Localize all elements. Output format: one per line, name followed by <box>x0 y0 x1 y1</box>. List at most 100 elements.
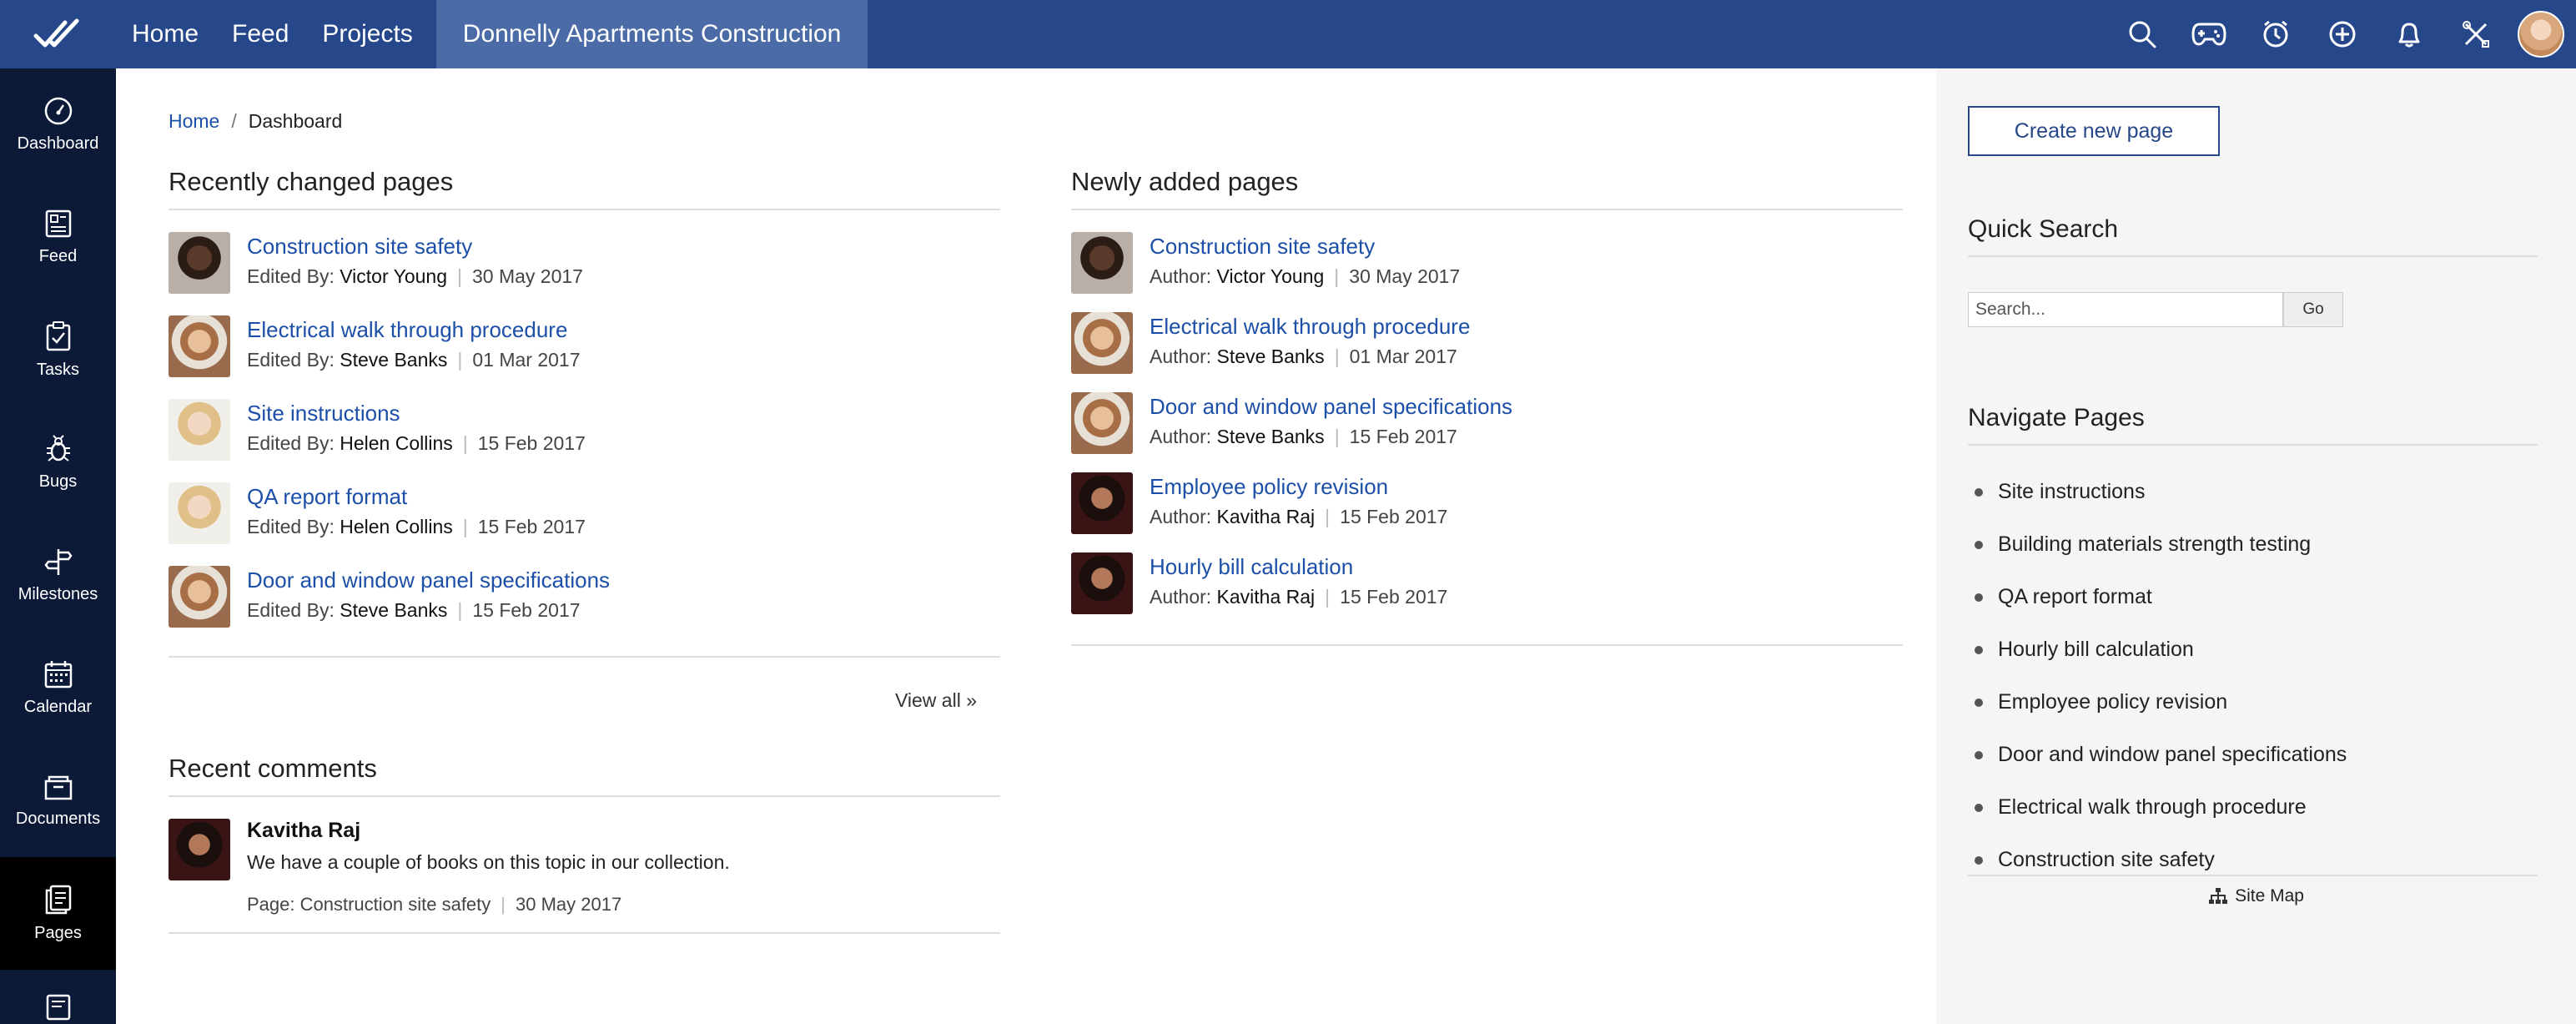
sidebar-item-documents[interactable]: Documents <box>0 744 116 857</box>
comment-page-link[interactable]: Construction site safety <box>300 894 491 915</box>
list-item: Construction site safety Edited By: Vict… <box>169 232 1000 294</box>
nav-page-label: Building materials strength testing <box>1998 532 2312 556</box>
nav-page-label: Electrical walk through procedure <box>1998 795 2307 819</box>
meta-label: Edited By: <box>247 432 335 454</box>
go-button[interactable]: Go <box>2283 292 2343 327</box>
bug-icon <box>46 435 70 462</box>
page-link[interactable]: Door and window panel specifications <box>1150 392 1512 421</box>
page-link[interactable]: QA report format <box>247 482 586 511</box>
meta-label: Author: <box>1150 346 1212 367</box>
nav-page-label: Door and window panel specifications <box>1998 743 2347 766</box>
page-link[interactable]: Electrical walk through procedure <box>1150 312 1470 340</box>
nav-home[interactable]: Home <box>115 0 215 68</box>
sidebar-item-feed[interactable]: Feed <box>0 181 116 294</box>
search-icon[interactable] <box>2109 0 2176 68</box>
comment-text: We have a couple of books on this topic … <box>247 851 730 873</box>
sidebar-item-calendar[interactable]: Calendar <box>0 632 116 744</box>
nav-projects[interactable]: Projects <box>305 0 429 68</box>
nav-page-label: Site instructions <box>1998 480 2146 503</box>
sidebar-item-more[interactable] <box>0 970 116 1024</box>
sidebar-item-dashboard[interactable]: Dashboard <box>0 68 116 181</box>
meta-label: Author: <box>1150 506 1212 527</box>
bullet-icon <box>1975 487 1983 497</box>
nav-page-item[interactable]: Door and window panel specifications <box>1968 729 2538 781</box>
divider <box>169 932 1000 934</box>
nav-feed[interactable]: Feed <box>215 0 305 68</box>
page-link[interactable]: Door and window panel specifications <box>247 566 610 594</box>
nav-page-item[interactable]: Employee policy revision <box>1968 676 2538 729</box>
sidebar-item-label: Dashboard <box>17 134 99 153</box>
create-new-page-button[interactable]: Create new page <box>1968 106 2220 156</box>
clock-icon[interactable] <box>2242 0 2309 68</box>
tools-icon[interactable] <box>2443 0 2509 68</box>
bullet-icon <box>1975 750 1983 759</box>
nav-page-label: Hourly bill calculation <box>1998 638 2194 661</box>
nav-page-label: QA report format <box>1998 585 2152 608</box>
recently-changed-section: Recently changed pages Construction site… <box>169 167 1000 934</box>
nav-page-item[interactable]: Construction site safety <box>1968 834 2538 886</box>
bullet-icon <box>1975 540 1983 549</box>
quick-search-title: Quick Search <box>1968 215 2538 257</box>
breadcrumb-home[interactable]: Home <box>169 110 219 132</box>
list-item: QA report format Edited By: Helen Collin… <box>169 482 1000 544</box>
nav-active-project[interactable]: Donnelly Apartments Construction <box>435 0 868 68</box>
breadcrumb-separator: / <box>231 110 237 132</box>
editor-name: Steve Banks <box>340 599 448 621</box>
page-link[interactable]: Construction site safety <box>247 232 583 260</box>
nav-page-item[interactable]: Building materials strength testing <box>1968 518 2538 571</box>
edit-date: 30 May 2017 <box>471 265 583 287</box>
avatar <box>169 232 230 294</box>
recently-changed-title: Recently changed pages <box>169 167 1000 210</box>
page-link[interactable]: Construction site safety <box>1150 232 1460 260</box>
search-input[interactable] <box>1968 292 2283 327</box>
meta-label: Edited By: <box>247 349 335 371</box>
sidebar-item-label: Tasks <box>36 361 80 379</box>
bell-icon[interactable] <box>2376 0 2443 68</box>
newly-added-title: Newly added pages <box>1071 167 1903 210</box>
signpost-icon <box>43 549 73 575</box>
view-all-link[interactable]: View all » <box>169 689 1000 712</box>
bullet-icon <box>1975 698 1983 707</box>
sidebar-item-label: Documents <box>15 810 101 828</box>
list-item: Employee policy revision Author: Kavitha… <box>1071 472 1903 534</box>
page-link[interactable]: Site instructions <box>247 399 586 427</box>
sidebar-item-label: Calendar <box>23 698 93 716</box>
site-map-link[interactable]: Site Map <box>1936 886 2576 906</box>
divider <box>1071 644 1903 646</box>
nav-page-item[interactable]: Site instructions <box>1968 466 2538 518</box>
editor-name: Steve Banks <box>340 349 448 371</box>
page-link[interactable]: Employee policy revision <box>1150 472 1447 501</box>
right-panel: Create new page Quick Search Go Navigate… <box>1936 68 2576 1024</box>
page-link[interactable]: Hourly bill calculation <box>1150 552 1447 581</box>
user-avatar[interactable] <box>2518 11 2564 58</box>
nav-page-item[interactable]: QA report format <box>1968 571 2538 623</box>
plus-circle-icon[interactable] <box>2309 0 2376 68</box>
sidebar-item-bugs[interactable]: Bugs <box>0 406 116 519</box>
navigate-pages-title: Navigate Pages <box>1968 404 2538 446</box>
page-link[interactable]: Electrical walk through procedure <box>247 315 581 344</box>
nav-page-item[interactable]: Hourly bill calculation <box>1968 623 2538 676</box>
divider <box>169 656 1000 658</box>
added-date: 15 Feb 2017 <box>1340 586 1448 608</box>
app-logo[interactable] <box>0 0 115 68</box>
avatar <box>169 315 230 377</box>
author-name: Kavitha Raj <box>1216 586 1316 608</box>
newly-added-section: Newly added pages Construction site safe… <box>1071 167 1903 646</box>
nav-page-item[interactable]: Electrical walk through procedure <box>1968 781 2538 834</box>
sidebar-item-tasks[interactable]: Tasks <box>0 294 116 406</box>
avatar <box>1071 552 1133 614</box>
top-icons <box>2109 0 2576 68</box>
edit-date: 15 Feb 2017 <box>477 516 586 537</box>
clipboard-icon <box>46 321 70 351</box>
editor-name: Victor Young <box>340 265 447 287</box>
meta-label: Edited By: <box>247 265 335 287</box>
sidebar-item-pages[interactable]: Pages <box>0 857 116 970</box>
calendar-icon <box>44 661 72 689</box>
gamepad-icon[interactable] <box>2176 0 2242 68</box>
top-nav: Home Feed Projects Donnelly Apartments C… <box>115 0 868 68</box>
sidebar-item-milestones[interactable]: Milestones <box>0 519 116 632</box>
breadcrumb-current: Dashboard <box>248 110 343 132</box>
avatar <box>169 482 230 544</box>
list-item: Door and window panel specifications Edi… <box>169 566 1000 628</box>
sidebar-item-label: Bugs <box>38 472 78 491</box>
